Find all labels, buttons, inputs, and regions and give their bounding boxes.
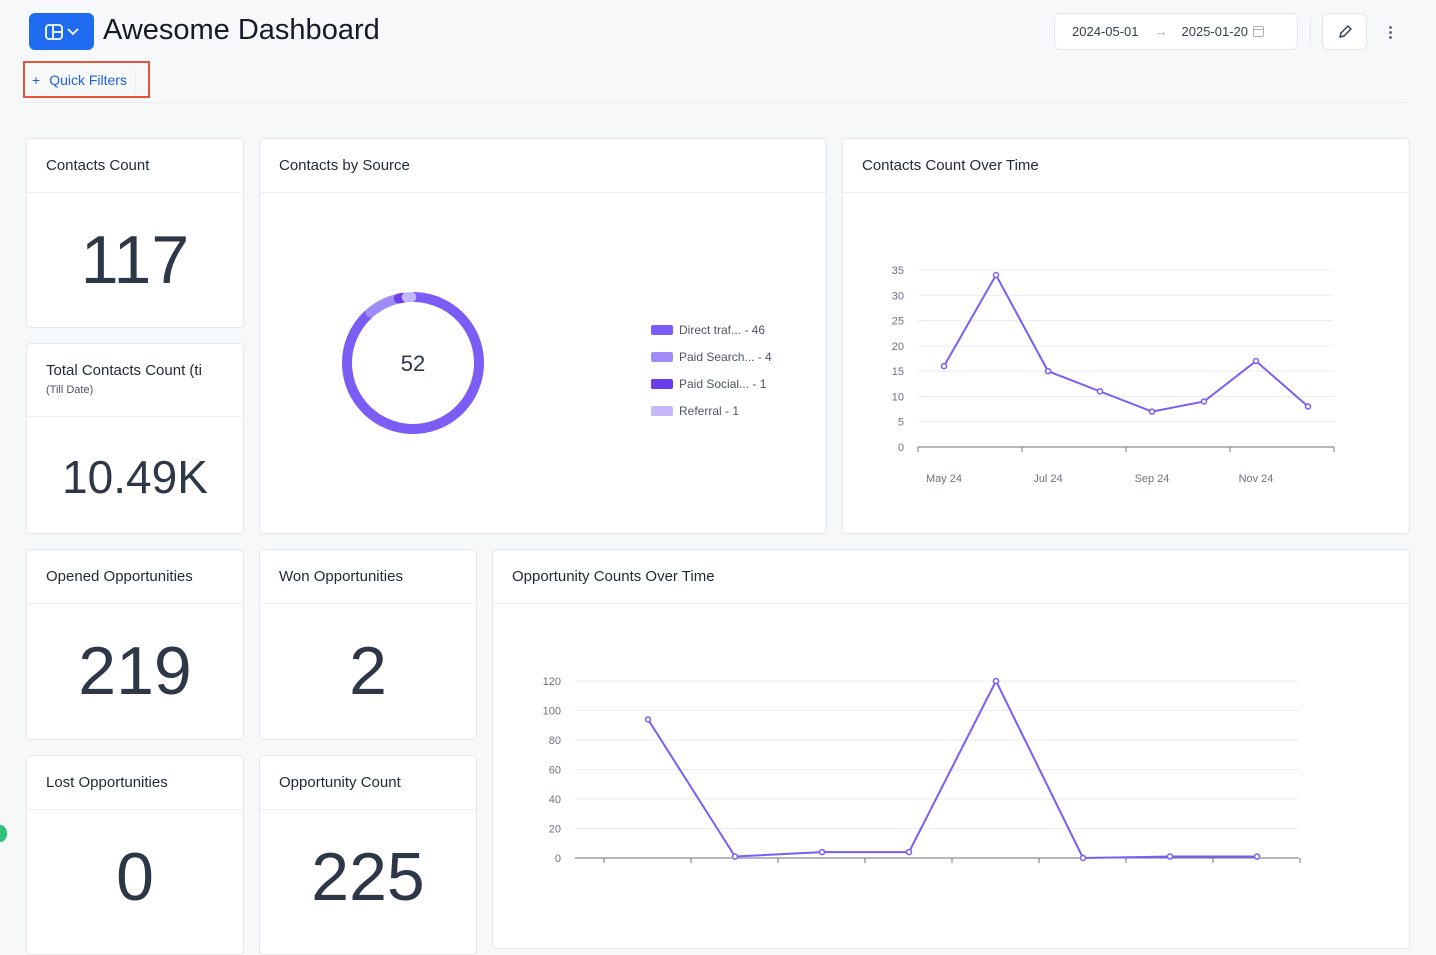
data-point: [646, 717, 651, 722]
edit-button[interactable]: [1322, 13, 1367, 50]
card-title: Lost Opportunities: [27, 756, 243, 810]
x-tick-label: Nov 24: [1239, 473, 1274, 485]
chart-legend: Direct traf... - 46 Paid Search... - 4 Pai…: [651, 316, 772, 424]
opportunity-line-chart: 0 20 40 60 80 100 120: [493, 550, 1410, 949]
y-tick-label: 0: [898, 442, 904, 454]
data-point: [1150, 409, 1155, 414]
card-value: 10.49K: [27, 450, 243, 504]
dashboard-menu-button[interactable]: [29, 13, 94, 50]
plus-icon: +: [32, 72, 40, 88]
won-opportunities-card: Won Opportunities 2: [259, 549, 477, 740]
card-title: Opportunity Count: [260, 756, 476, 810]
layout-icon: [45, 24, 63, 40]
y-tick-label: 5: [898, 417, 904, 429]
y-tick-label: 10: [892, 391, 904, 403]
y-tick-label: 20: [892, 341, 904, 353]
y-tick-label: 30: [892, 290, 904, 302]
status-indicator[interactable]: [0, 825, 7, 842]
card-title: Total Contacts Count (ti: [46, 362, 243, 379]
legend-label: Referral - 1: [679, 404, 739, 418]
quick-filters-label: Quick Filters: [49, 72, 127, 88]
data-point: [1081, 856, 1086, 861]
donut-slice: [370, 299, 395, 312]
legend-swatch: [651, 325, 673, 335]
opportunity-over-time-card: Opportunity Counts Over Time 02040608010…: [492, 549, 1410, 949]
legend-swatch: [651, 352, 673, 362]
y-tick-label: 15: [892, 366, 904, 378]
toolbar-divider: [1310, 18, 1311, 45]
data-point: [994, 273, 999, 278]
contacts-line-chart: 0 5 10 15 20 25 30 35 May 24 Jul 24 Sep 24 Nov 24: [843, 139, 1410, 534]
data-point: [1306, 404, 1311, 409]
legend-swatch: [651, 406, 673, 416]
y-tick-label: 80: [549, 735, 561, 747]
y-tick-label: 40: [549, 794, 561, 806]
data-point: [994, 679, 999, 684]
y-tick-label: 120: [543, 676, 561, 688]
chevron-down-icon: [67, 28, 79, 36]
contacts-over-time-card: Contacts Count Over Time 05101520253035M…: [842, 138, 1410, 534]
data-point: [1098, 389, 1103, 394]
opportunity-count-card: Opportunity Count 225: [259, 755, 477, 955]
card-value: 2: [260, 632, 476, 710]
y-tick-label: 20: [549, 824, 561, 836]
legend-label: Direct traf... - 46: [679, 323, 765, 337]
donut-total: 52: [401, 351, 425, 376]
opened-opportunities-card: Opened Opportunities 219: [26, 549, 244, 740]
date-end[interactable]: 2025-01-20: [1182, 24, 1249, 39]
legend-item[interactable]: Referral - 1: [651, 397, 772, 424]
pencil-icon: [1337, 24, 1353, 40]
quick-filters-button[interactable]: + Quick Filters: [23, 61, 150, 98]
card-title: Opened Opportunities: [27, 550, 243, 604]
lost-opportunities-card: Lost Opportunities 0: [26, 755, 244, 955]
total-contacts-card: Total Contacts Count (ti (Till Date) 10.4…: [26, 343, 244, 534]
more-options-button[interactable]: [1382, 22, 1398, 42]
legend-item[interactable]: Direct traf... - 46: [651, 316, 772, 343]
contacts-count-card: Contacts Count 117: [26, 138, 244, 328]
card-value: 117: [27, 221, 243, 299]
x-tick-label: Sep 24: [1135, 473, 1170, 485]
legend-swatch: [651, 379, 673, 389]
kebab-icon: [1389, 26, 1392, 29]
card-value: 219: [27, 632, 243, 710]
card-value: 0: [27, 838, 243, 916]
card-value: 225: [260, 838, 476, 916]
header-divider: [26, 102, 1406, 103]
data-point: [733, 854, 738, 859]
date-range-picker[interactable]: 2024-05-01 → 2025-01-20: [1054, 13, 1298, 50]
legend-label: Paid Search... - 4: [679, 350, 772, 364]
data-point: [1255, 854, 1260, 859]
date-start[interactable]: 2024-05-01: [1072, 24, 1139, 39]
legend-item[interactable]: Paid Social... - 1: [651, 370, 772, 397]
calendar-icon: [1253, 26, 1264, 37]
y-tick-label: 0: [555, 853, 561, 865]
y-tick-label: 25: [892, 316, 904, 328]
data-point: [942, 364, 947, 369]
y-tick-label: 60: [549, 765, 561, 777]
data-point: [1202, 399, 1207, 404]
y-tick-label: 35: [892, 265, 904, 277]
x-tick-label: Jul 24: [1033, 473, 1062, 485]
x-tick-label: May 24: [926, 473, 962, 485]
card-title: Won Opportunities: [260, 550, 476, 604]
data-point: [820, 850, 825, 855]
arrow-right-icon: →: [1155, 24, 1168, 39]
card-title: Contacts Count: [27, 139, 243, 193]
legend-label: Paid Social... - 1: [679, 377, 766, 391]
contacts-by-source-card: Contacts by Source 52 Direct traf... - 4…: [259, 138, 827, 534]
data-point: [1046, 369, 1051, 374]
page-title: Awesome Dashboard: [103, 14, 380, 47]
card-subtitle: (Till Date): [46, 384, 243, 396]
legend-item[interactable]: Paid Search... - 4: [651, 343, 772, 370]
data-point: [1254, 359, 1259, 364]
data-point: [907, 850, 912, 855]
y-tick-label: 100: [543, 706, 561, 718]
data-point: [1168, 854, 1173, 859]
